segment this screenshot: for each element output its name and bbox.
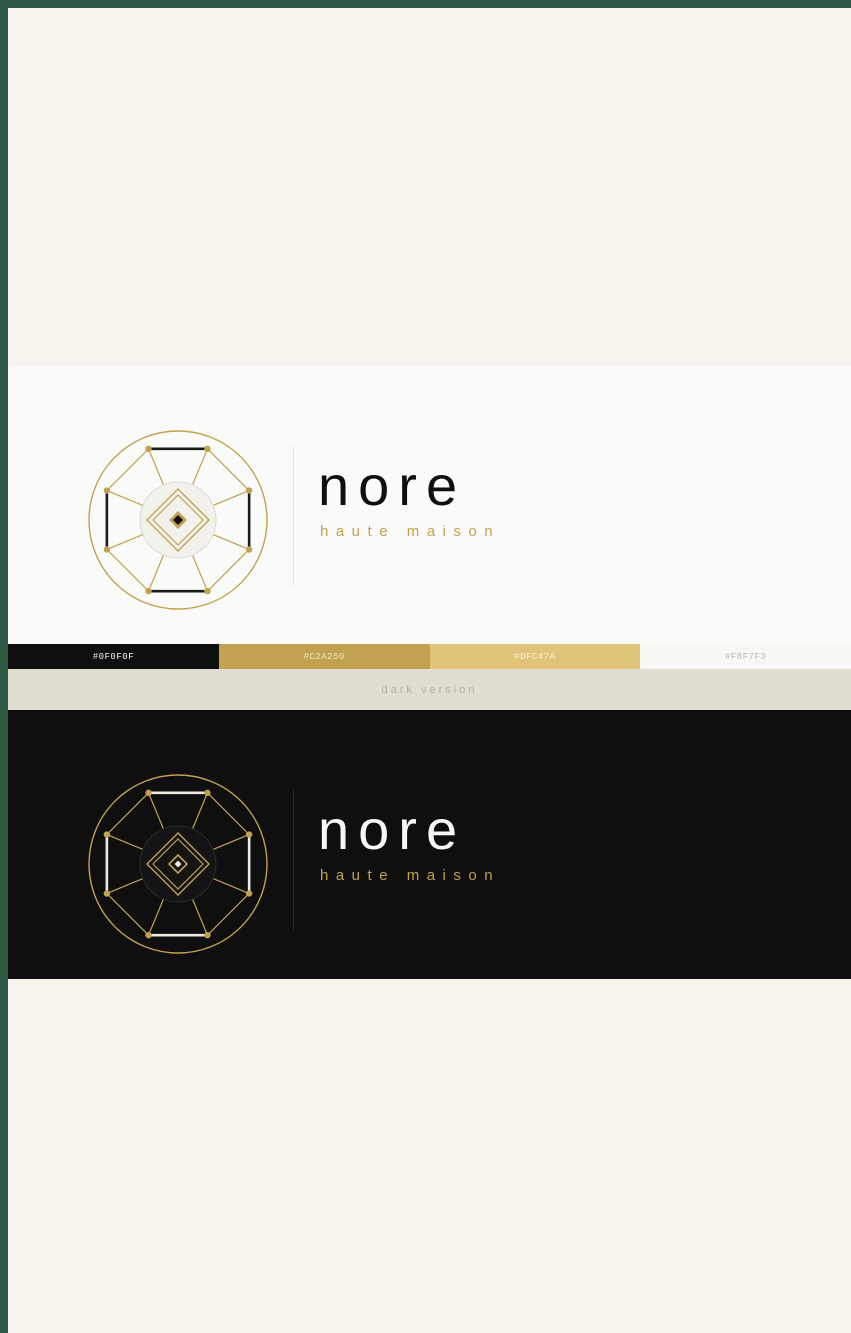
logo-divider <box>293 446 294 586</box>
logo-divider <box>293 790 294 930</box>
color-swatch: #0F0F0F <box>8 644 219 669</box>
brand-tagline: haute maison <box>320 523 501 540</box>
section-separator: dark version <box>8 669 851 710</box>
octagon-diamond-emblem-icon <box>88 774 268 954</box>
brand-tagline: haute maison <box>320 867 501 884</box>
swatch-hex-label: #0F0F0F <box>92 651 135 662</box>
section-label: dark version <box>381 683 478 696</box>
octagon-diamond-emblem-icon <box>88 430 268 610</box>
color-palette: #0F0F0F #C2A250 #DFC47A #F8F7F3 <box>8 644 851 669</box>
color-swatch: #DFC47A <box>429 644 641 669</box>
swatch-hex-label: #DFC47A <box>514 651 556 662</box>
color-swatch: #F8F7F3 <box>640 644 851 669</box>
color-swatch: #C2A250 <box>218 644 430 669</box>
page-canvas: nore haute maison #0F0F0F #C2A250 #DFC47… <box>8 8 851 1333</box>
swatch-hex-label: #F8F7F3 <box>724 651 767 662</box>
swatch-hex-label: #C2A250 <box>303 651 345 662</box>
dark-logo-panel: nore haute maison <box>8 710 851 979</box>
brand-wordmark: nore <box>318 798 467 861</box>
light-logo-panel: nore haute maison <box>8 366 851 644</box>
brand-wordmark: nore <box>318 454 467 517</box>
